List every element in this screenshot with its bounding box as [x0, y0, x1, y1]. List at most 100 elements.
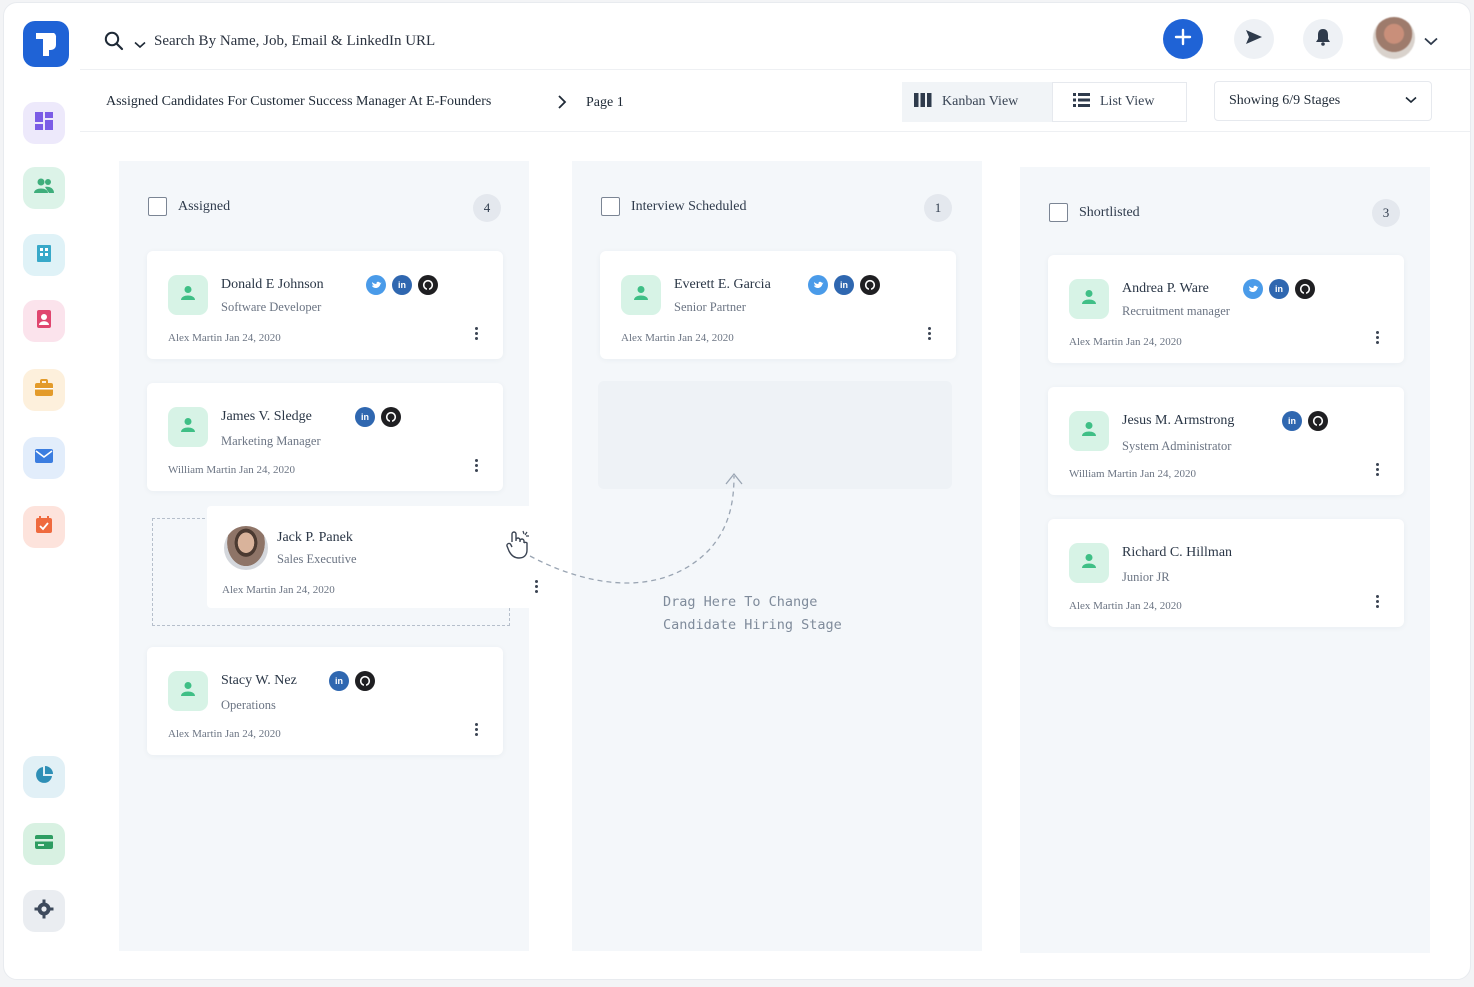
person-icon [1081, 421, 1097, 442]
linkedin-icon[interactable]: in [355, 407, 375, 427]
candidate-name[interactable]: Stacy W. Nez [221, 673, 297, 689]
assigned-meta: Alex Martin Jan 24, 2020 [1069, 336, 1182, 348]
linkedin-icon[interactable]: in [1282, 411, 1302, 431]
candidate-role: Sales Executive [277, 552, 357, 566]
candidate-name[interactable]: Jesus M. Armstrong [1122, 413, 1234, 429]
linkedin-icon[interactable]: in [834, 275, 854, 295]
assigned-meta: Alex Martin Jan 24, 2020 [222, 584, 335, 596]
linkedin-icon[interactable]: in [329, 671, 349, 691]
more-options-icon[interactable] [475, 327, 479, 340]
nav-billing[interactable] [23, 823, 65, 865]
more-options-icon[interactable] [1376, 331, 1380, 344]
twitter-icon[interactable] [1243, 279, 1263, 299]
candidate-card[interactable]: Richard C. Hillman Junior JR Alex Martin… [1048, 519, 1404, 627]
candidate-card[interactable]: Jesus M. Armstrong System Administrator … [1048, 387, 1404, 495]
more-options-icon[interactable] [1376, 595, 1380, 608]
candidate-name[interactable]: Andrea P. Ware [1122, 281, 1209, 297]
github-icon[interactable] [355, 671, 375, 691]
candidate-name[interactable]: Everett E. Garcia [674, 277, 771, 293]
avatar [1069, 411, 1109, 451]
nav-companies[interactable] [23, 234, 65, 276]
nav-calendar[interactable] [23, 506, 65, 548]
avatar [168, 671, 208, 711]
column-header: Shortlisted [1049, 203, 1140, 222]
settings-icon [34, 899, 54, 924]
page-indicator: Page 1 [586, 95, 624, 110]
nav-candidates[interactable] [23, 167, 65, 209]
person-icon [1081, 289, 1097, 310]
more-options-icon[interactable] [1376, 463, 1380, 476]
person-icon [180, 417, 196, 438]
column-select-checkbox[interactable] [148, 197, 167, 216]
candidate-name[interactable]: James V. Sledge [221, 409, 312, 425]
send-icon [1245, 29, 1263, 50]
nav-jobs[interactable] [23, 369, 65, 411]
avatar [1069, 543, 1109, 583]
more-options-icon[interactable] [475, 459, 479, 472]
companies-icon [35, 243, 53, 268]
github-icon[interactable] [381, 407, 401, 427]
github-icon[interactable] [860, 275, 880, 295]
candidate-role: Marketing Manager [221, 434, 321, 448]
user-avatar[interactable] [1373, 17, 1415, 59]
social-links: in [1243, 279, 1315, 299]
github-icon[interactable] [418, 275, 438, 295]
candidate-role: Operations [221, 698, 276, 712]
drag-arrow [529, 472, 743, 584]
more-options-icon[interactable] [928, 327, 932, 340]
drag-hint-line: Candidate Hiring Stage [663, 617, 842, 633]
column-select-checkbox[interactable] [601, 197, 620, 216]
candidate-card[interactable]: Andrea P. Ware Recruitment manager in Al… [1048, 255, 1404, 363]
plus-icon [1174, 28, 1192, 51]
subheader-divider [80, 131, 1470, 132]
notifications-button[interactable] [1303, 19, 1343, 59]
nav-mail[interactable] [23, 437, 65, 479]
column-count-badge: 3 [1372, 199, 1400, 227]
candidate-name[interactable]: Jack P. Panek [277, 530, 353, 546]
candidate-card[interactable]: Donald E Johnson Software Developer in A… [147, 251, 503, 359]
column-header: Interview Scheduled [601, 197, 746, 216]
assigned-meta: William Martin Jan 24, 2020 [1069, 468, 1196, 480]
candidate-card[interactable]: Everett E. Garcia Senior Partner in Alex… [600, 251, 956, 359]
search-icon[interactable] [104, 31, 124, 56]
candidate-name[interactable]: Richard C. Hillman [1122, 545, 1232, 561]
person-icon [180, 285, 196, 306]
nav-settings[interactable] [23, 890, 65, 932]
candidate-card[interactable]: Stacy W. Nez Operations in Alex Martin J… [147, 647, 503, 755]
column-header: Assigned [148, 197, 230, 216]
billing-icon [34, 834, 54, 855]
candidate-name[interactable]: Donald E Johnson [221, 277, 324, 293]
list-view-button[interactable]: List View [1052, 82, 1187, 122]
linkedin-icon[interactable]: in [1269, 279, 1289, 299]
stages-select[interactable]: Showing 6/9 Stages [1214, 81, 1432, 121]
candidate-role: Recruitment manager [1122, 304, 1230, 318]
nav-dashboard[interactable] [23, 102, 65, 144]
reports-icon [34, 765, 54, 790]
dragging-candidate-card[interactable]: Jack P. Panek Sales Executive Alex Marti… [207, 506, 538, 608]
social-links: in [1282, 411, 1328, 431]
add-button[interactable] [1163, 19, 1203, 59]
social-links: in [366, 275, 438, 295]
search-filter-chevron-icon[interactable] [134, 36, 146, 54]
stage-column-shortlisted[interactable]: Shortlisted 3 Andrea P. Ware Recruitment… [1020, 167, 1430, 953]
github-icon[interactable] [1308, 411, 1328, 431]
nav-reports[interactable] [23, 756, 65, 798]
linkedin-icon-glyph: in [840, 280, 848, 290]
twitter-icon[interactable] [366, 275, 386, 295]
kanban-view-button[interactable]: Kanban View [902, 82, 1052, 122]
chevron-right-icon[interactable] [557, 95, 567, 114]
github-icon[interactable] [1295, 279, 1315, 299]
candidate-card[interactable]: James V. Sledge Marketing Manager in Wil… [147, 383, 503, 491]
send-button[interactable] [1234, 19, 1274, 59]
more-options-icon[interactable] [475, 723, 479, 736]
drag-hint-text: Drag Here To Change Candidate Hiring Sta… [663, 591, 842, 637]
chevron-down-icon[interactable] [1424, 33, 1438, 51]
nav-contacts[interactable] [23, 300, 65, 342]
list-icon [1073, 92, 1090, 112]
linkedin-icon[interactable]: in [392, 275, 412, 295]
mail-icon [34, 448, 54, 469]
twitter-icon[interactable] [808, 275, 828, 295]
column-select-checkbox[interactable] [1049, 203, 1068, 222]
app-logo[interactable] [23, 21, 69, 67]
search-input[interactable] [154, 29, 674, 53]
